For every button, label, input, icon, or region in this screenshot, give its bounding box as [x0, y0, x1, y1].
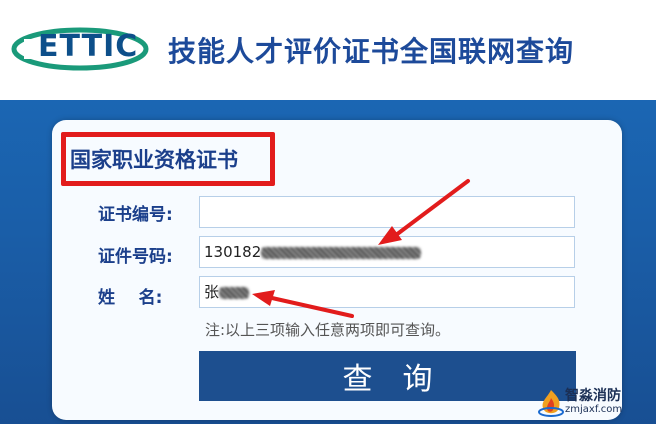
flame-icon — [538, 390, 564, 417]
watermark-url: zmjaxf.com — [565, 404, 623, 415]
watermark-name: 智淼消防 — [565, 388, 621, 404]
watermark: 智淼消防 zmjaxf.com — [535, 384, 650, 422]
annotation-arrows — [252, 179, 470, 318]
arrow-to-id-field — [378, 179, 470, 245]
arrow-to-name-field — [252, 290, 354, 318]
